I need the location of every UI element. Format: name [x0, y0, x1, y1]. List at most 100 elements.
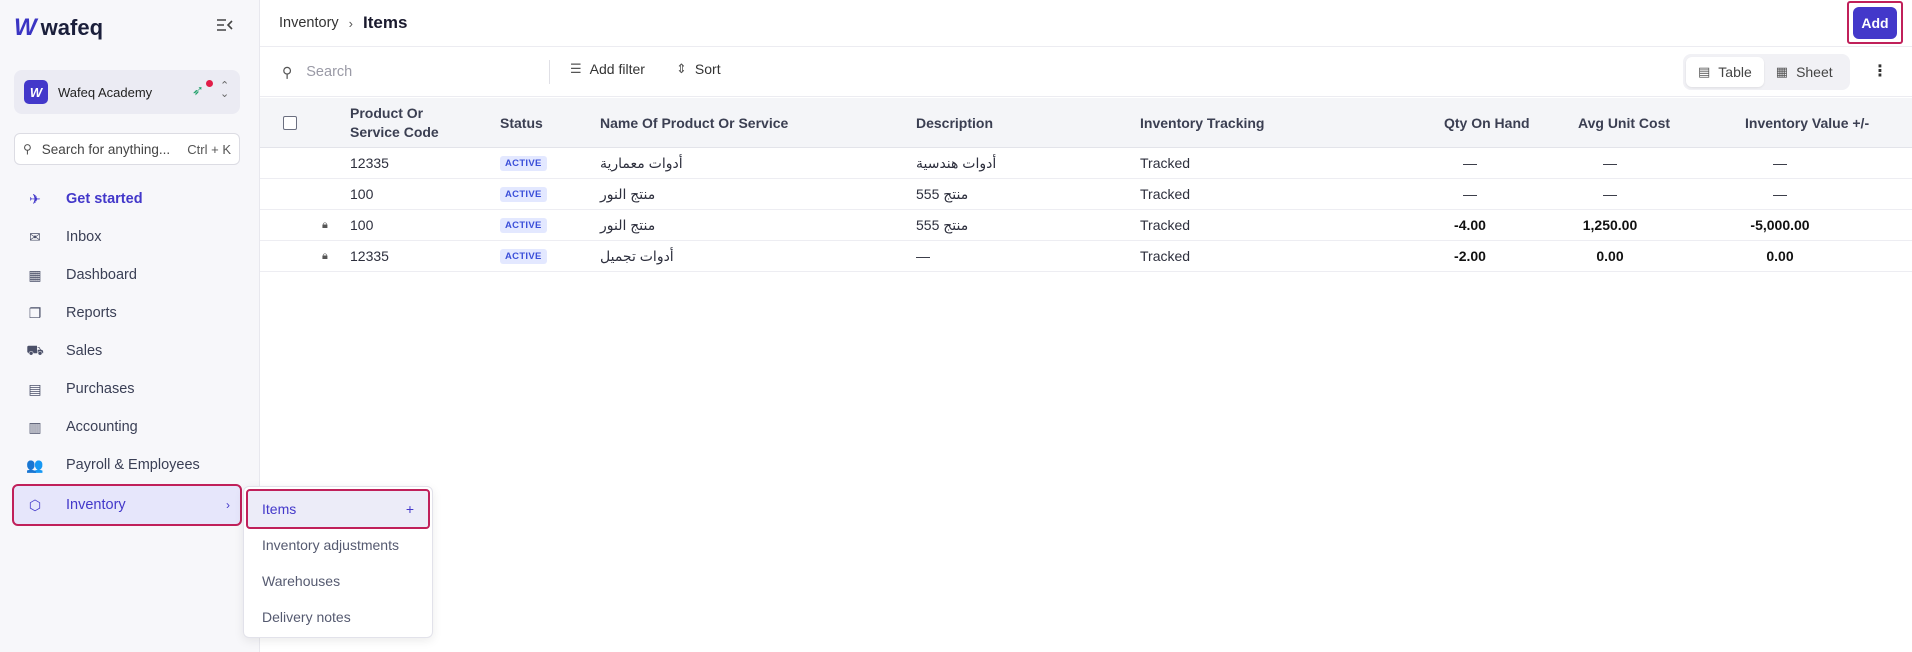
brand-name: wafeq: [40, 15, 104, 40]
status-badge: ACTIVE: [500, 186, 547, 202]
cell-qty: -4.00: [1454, 217, 1486, 233]
notification-dot: [206, 80, 213, 87]
table-row[interactable]: 12335 ACTIVE أدوات معمارية أدوات هندسية …: [260, 148, 1912, 179]
nav-item-payroll[interactable]: 👥 Payroll & Employees: [14, 446, 240, 484]
view-toggle: ▤ Table ▦ Sheet: [1683, 54, 1850, 90]
nav-label: Purchases: [66, 381, 135, 397]
org-switcher[interactable]: W Wafeq Academy ➶ ⌃ ⌄: [14, 70, 240, 114]
nav-item-dashboard[interactable]: ▦ Dashboard: [14, 256, 240, 294]
sort-button[interactable]: ⇕ Sort: [676, 61, 721, 77]
nav-item-inbox[interactable]: ✉ Inbox: [14, 218, 240, 256]
cell-value: —: [1773, 155, 1787, 171]
submenu-item-items[interactable]: Items +: [246, 489, 430, 529]
cell-lock: 🔒︎: [322, 241, 328, 271]
table-header: Product Or Service Code Status Name Of P…: [260, 98, 1912, 148]
submenu-item-inventory-adjustments[interactable]: Inventory adjustments: [248, 527, 428, 563]
column-header-code[interactable]: Product Or Service Code: [350, 98, 470, 148]
column-header-name[interactable]: Name Of Product Or Service: [600, 98, 788, 148]
collapse-sidebar-icon[interactable]: [216, 18, 238, 36]
toolbar-divider: [549, 60, 550, 84]
cell-lock: 🔒︎: [322, 210, 328, 240]
nav-label: Payroll & Employees: [66, 457, 200, 473]
table-row[interactable]: 🔒︎ 12335 ACTIVE أدوات تجميل — Tracked -2…: [260, 241, 1912, 272]
cell-value: —: [1773, 186, 1787, 202]
column-header-status[interactable]: Status: [500, 98, 543, 148]
page-title: Items: [363, 13, 408, 32]
status-badge: ACTIVE: [500, 217, 547, 233]
nav-item-inventory[interactable]: ⬡ Inventory ›: [12, 484, 242, 526]
search-icon: ⚲: [282, 63, 293, 80]
column-header-value[interactable]: Inventory Value +/-: [1745, 98, 1869, 148]
main-nav: ✈ Get started ✉ Inbox ▦ Dashboard ❐ Repo…: [12, 180, 242, 526]
column-header-avg-cost[interactable]: Avg Unit Cost: [1578, 98, 1670, 148]
nav-label: Sales: [66, 343, 103, 359]
cell-value: -5,000.00: [1750, 217, 1810, 233]
cell-tracking: Tracked: [1140, 217, 1191, 233]
cell-qty: —: [1463, 186, 1477, 202]
rocket-icon[interactable]: ➶: [192, 82, 204, 99]
column-header-tracking[interactable]: Inventory Tracking: [1140, 98, 1264, 148]
cell-description: منتج 555: [916, 216, 969, 233]
dashboard-icon: ▦: [28, 266, 42, 283]
cell-name: منتج النور: [600, 216, 656, 233]
cell-tracking: Tracked: [1140, 248, 1191, 264]
cell-qty: -2.00: [1454, 248, 1486, 264]
view-table-button[interactable]: ▤ Table: [1686, 57, 1764, 87]
add-filter-label: Add filter: [589, 61, 645, 77]
cell-tracking: Tracked: [1140, 186, 1191, 202]
lock-icon: 🔒︎: [322, 218, 328, 231]
filter-icon: ☰: [570, 61, 582, 76]
select-all-checkbox[interactable]: [283, 116, 297, 130]
cell-status: ACTIVE: [500, 179, 547, 209]
cell-code: 100: [350, 186, 374, 202]
cell-avg-cost: —: [1603, 155, 1617, 171]
submenu-label: Items: [262, 501, 297, 517]
grid-icon: ▦: [1775, 64, 1789, 79]
table-search[interactable]: ⚲: [282, 61, 544, 83]
cell-description: أدوات هندسية: [916, 154, 997, 171]
receipt-icon: ▤: [28, 380, 42, 397]
column-header-description[interactable]: Description: [916, 98, 993, 148]
inbox-icon: ✉: [29, 228, 41, 245]
cell-status: ACTIVE: [500, 241, 547, 271]
table-row[interactable]: 🔒︎ 100 ACTIVE منتج النور منتج 555 Tracke…: [260, 210, 1912, 241]
nav-item-accounting[interactable]: ▥ Accounting: [14, 408, 240, 446]
add-filter-button[interactable]: ☰ Add filter: [570, 61, 645, 77]
table-toolbar: ⚲ ☰ Add filter ⇕ Sort ▤ Table ▦ Sheet: [260, 47, 1912, 97]
column-header-qty[interactable]: Qty On Hand: [1444, 98, 1530, 148]
search-icon: ⚲: [23, 142, 32, 156]
plus-icon[interactable]: +: [406, 501, 414, 517]
cell-code: 12335: [350, 248, 389, 264]
breadcrumb-parent[interactable]: Inventory: [279, 15, 339, 31]
submenu-item-warehouses[interactable]: Warehouses: [248, 563, 428, 599]
sort-icon: ⇕: [676, 61, 687, 76]
nav-item-get-started[interactable]: ✈ Get started: [14, 180, 240, 218]
add-button[interactable]: Add: [1853, 6, 1897, 39]
sidebar: W wafeq W Wafeq Academy ➶ ⌃ ⌄ ⚲ Search fo…: [0, 0, 260, 652]
reports-icon: ❐: [28, 304, 42, 321]
submenu-item-delivery-notes[interactable]: Delivery notes: [248, 599, 428, 635]
table-row[interactable]: 100 ACTIVE منتج النور منتج 555 Tracked —…: [260, 179, 1912, 210]
page-header: Inventory › Items Add: [260, 0, 1912, 47]
nav-item-reports[interactable]: ❐ Reports: [14, 294, 240, 332]
cell-tracking: Tracked: [1140, 155, 1191, 171]
view-sheet-button[interactable]: ▦ Sheet: [1764, 57, 1845, 87]
cell-name: أدوات تجميل: [600, 247, 674, 264]
nav-item-sales[interactable]: ⛟ Sales: [14, 332, 240, 370]
nav-label: Reports: [66, 305, 117, 321]
main-content: Inventory › Items Add ⚲ ☰ Add filter ⇕ S…: [260, 0, 1912, 652]
global-search-placeholder: Search for anything...: [41, 141, 171, 157]
nav-label: Get started: [66, 191, 143, 207]
table-search-input[interactable]: [306, 64, 527, 80]
submenu-label: Delivery notes: [262, 609, 351, 625]
brand-logo[interactable]: W wafeq: [14, 14, 103, 42]
more-options-icon[interactable]: ⋮: [1872, 61, 1888, 81]
nav-item-purchases[interactable]: ▤ Purchases: [14, 370, 240, 408]
global-search[interactable]: ⚲ Search for anything... Ctrl + K: [14, 133, 240, 165]
rocket-icon: ✈: [29, 190, 41, 207]
cell-avg-cost: 1,250.00: [1582, 217, 1638, 233]
select-all-checkbox-cell[interactable]: [283, 98, 297, 148]
view-sheet-label: Sheet: [1796, 64, 1833, 80]
cell-status: ACTIVE: [500, 210, 547, 240]
status-badge: ACTIVE: [500, 155, 547, 171]
